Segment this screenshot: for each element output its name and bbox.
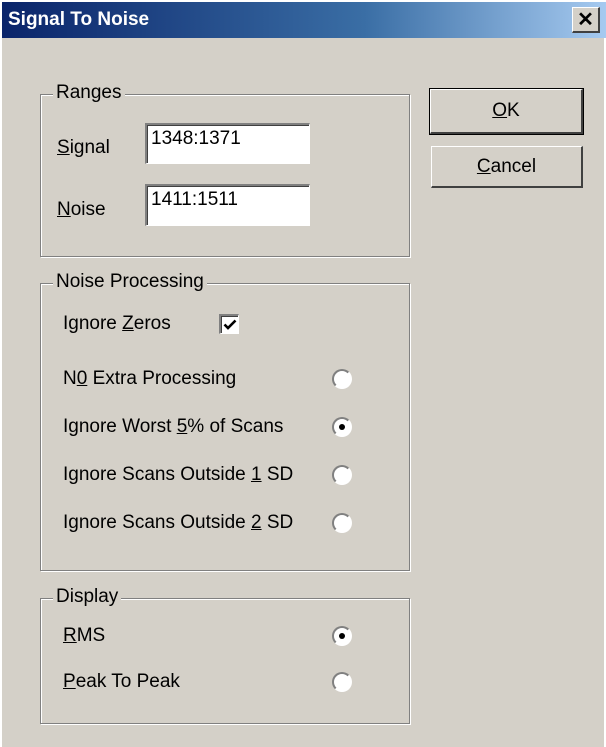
noise-processing-legend: Noise Processing — [53, 271, 207, 293]
peak-to-peak-label: Peak To Peak — [63, 671, 180, 692]
ok-button-label: OK — [492, 100, 520, 121]
ranges-legend: Ranges — [53, 82, 125, 104]
display-legend: Display — [53, 586, 122, 608]
rms-label: RMS — [63, 625, 106, 646]
noise-input[interactable]: 1411:1511 — [145, 184, 310, 226]
close-icon: ✕ — [577, 8, 594, 31]
ok-button[interactable]: OK — [429, 88, 584, 135]
title-bar[interactable]: Signal To Noise ✕ — [2, 2, 606, 38]
ignore-outside-2sd-radio[interactable] — [332, 513, 352, 533]
noise-label: Noise — [57, 199, 106, 220]
cancel-button[interactable]: Cancel — [431, 146, 583, 188]
close-button[interactable]: ✕ — [572, 7, 600, 33]
no-extra-processing-radio[interactable] — [332, 369, 352, 389]
signal-label: Signal — [57, 137, 110, 158]
ignore-worst-5-label: Ignore Worst 5% of Scans — [63, 416, 284, 437]
peak-to-peak-radio[interactable] — [332, 672, 352, 692]
noise-processing-group: Noise Processing Ignore Zeros N0 Extra P… — [40, 271, 410, 571]
display-group: Display RMS Peak To Peak — [40, 586, 410, 724]
ignore-zeros-label: Ignore Zeros — [63, 313, 171, 334]
ignore-outside-1sd-radio[interactable] — [332, 465, 352, 485]
signal-to-noise-dialog: Signal To Noise ✕ Ranges Signal 1348:137… — [0, 0, 606, 747]
checkmark-icon — [223, 319, 236, 330]
ignore-outside-2sd-label: Ignore Scans Outside 2 SD — [63, 512, 294, 533]
ignore-zeros-checkbox[interactable] — [219, 314, 239, 334]
ranges-group: Ranges Signal 1348:1371 Noise 1411:1511 — [40, 82, 410, 257]
rms-radio[interactable] — [332, 626, 352, 646]
window-title: Signal To Noise — [8, 9, 150, 30]
signal-input[interactable]: 1348:1371 — [145, 123, 310, 164]
no-extra-processing-label: N0 Extra Processing — [63, 368, 237, 389]
cancel-button-label: Cancel — [476, 155, 537, 177]
ignore-worst-5-radio[interactable] — [332, 417, 352, 437]
ignore-outside-1sd-label: Ignore Scans Outside 1 SD — [63, 464, 294, 485]
